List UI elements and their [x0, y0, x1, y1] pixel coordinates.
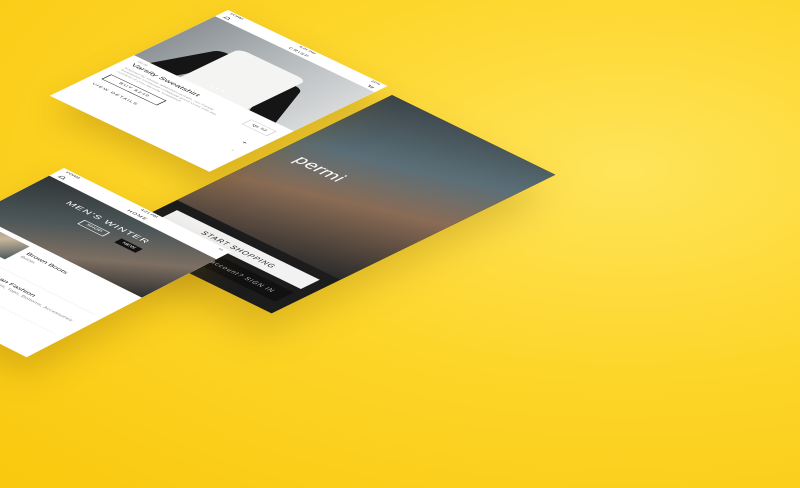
mockup-stage: permi START SHOPPING Already have an acc… — [0, 0, 800, 488]
add-icon[interactable]: + — [240, 140, 250, 145]
like-button[interactable]: 52 — [241, 119, 277, 137]
heart-icon — [252, 124, 259, 127]
like-count: 52 — [258, 127, 268, 132]
chevron-right-icon: › — [229, 149, 236, 152]
